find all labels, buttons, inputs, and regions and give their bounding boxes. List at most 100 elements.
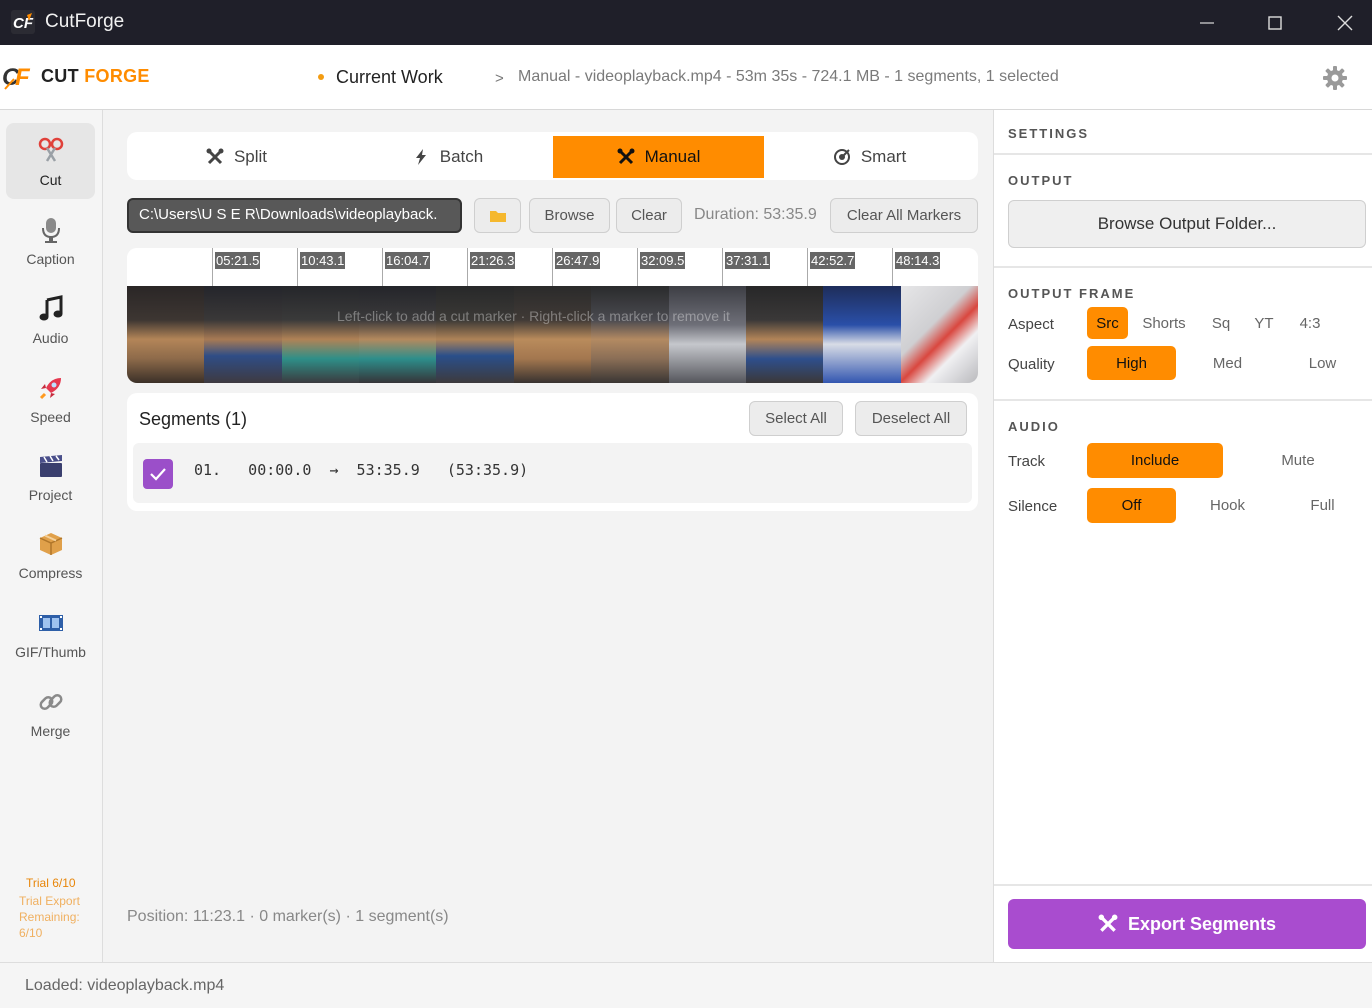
clapperboard-icon	[40, 455, 62, 477]
sidebar-item-label: Project	[28, 487, 73, 503]
timeline-tick: 37:31.1	[722, 248, 771, 286]
sidebar: Cut Caption Audio Speed Project Compress…	[0, 110, 103, 962]
quality-option-low[interactable]: Low	[1278, 346, 1367, 380]
select-all-button[interactable]: Select All	[749, 401, 843, 436]
settings-heading: SETTINGS	[1008, 126, 1090, 141]
sidebar-item-label: Compress	[18, 565, 83, 581]
maximize-button[interactable]	[1240, 0, 1310, 45]
track-option-mute[interactable]: Mute	[1230, 443, 1366, 478]
rocket-icon	[39, 378, 61, 400]
sidebar-item-compress[interactable]: Compress	[6, 516, 95, 592]
quality-option-high[interactable]: High	[1087, 346, 1176, 380]
sidebar-item-label: Speed	[30, 409, 71, 425]
sidebar-item-label: Caption	[26, 251, 75, 267]
sidebar-item-label: Merge	[30, 723, 71, 739]
output-frame-heading: OUTPUT FRAME	[1008, 286, 1136, 301]
tab-smart[interactable]: Smart	[764, 136, 975, 178]
maximize-icon	[1268, 15, 1282, 30]
aspect-option-shorts[interactable]: Shorts	[1137, 307, 1191, 339]
status-bar-text: Loaded: videoplayback.mp4	[25, 977, 225, 994]
sidebar-item-project[interactable]: Project	[6, 438, 95, 514]
close-button[interactable]	[1310, 0, 1372, 45]
tab-manual[interactable]: Manual	[553, 136, 764, 178]
music-note-icon	[39, 295, 63, 321]
tools-icon	[1098, 914, 1118, 932]
timeline-ruler: 05:21.5 10:43.1 16:04.7 21:26.3 26:47.9 …	[127, 248, 978, 286]
aspect-option-sq[interactable]: Sq	[1201, 307, 1241, 339]
svg-text:CF: CF	[13, 15, 34, 32]
app-logo-icon: CF	[11, 10, 35, 34]
clear-all-markers-button[interactable]: Clear All Markers	[830, 198, 978, 233]
browse-output-folder-button[interactable]: Browse Output Folder...	[1008, 200, 1366, 248]
tab-label: Batch	[439, 147, 484, 166]
lightning-icon	[415, 149, 426, 165]
audio-heading: AUDIO	[1008, 419, 1060, 434]
timeline[interactable]: 05:21.5 10:43.1 16:04.7 21:26.3 26:47.9 …	[127, 248, 978, 383]
timeline-tick: 10:43.1	[297, 248, 346, 286]
title-bar: CF CutForge	[0, 0, 1372, 45]
brand-word-cut: CUT	[41, 66, 79, 86]
aspect-option-src[interactable]: Src	[1087, 307, 1128, 339]
timeline-tick: 48:14.3	[892, 248, 941, 286]
checkmark-icon	[150, 468, 166, 481]
silence-option-off[interactable]: Off	[1087, 488, 1176, 523]
timeline-tick: 32:09.5	[637, 248, 686, 286]
timeline-tick: 26:47.9	[552, 248, 601, 286]
window-title: CutForge	[45, 11, 125, 32]
svg-text:F: F	[15, 64, 31, 91]
tab-batch[interactable]: Batch	[342, 136, 553, 178]
track-option-include[interactable]: Include	[1087, 443, 1223, 478]
sidebar-item-gif-thumb[interactable]: GIF/Thumb	[6, 595, 95, 671]
segment-row[interactable]: 01. 00:00.0 → 53:35.9 (53:35.9)	[133, 443, 972, 503]
settings-panel: SETTINGS OUTPUT Browse Output Folder... …	[993, 110, 1372, 962]
tab-label: Split	[233, 147, 268, 166]
quality-option-med[interactable]: Med	[1183, 346, 1272, 380]
segment-text: 01. 00:00.0 → 53:35.9 (53:35.9)	[194, 461, 529, 479]
status-dot	[318, 74, 324, 80]
link-icon	[39, 693, 63, 711]
deselect-all-button[interactable]: Deselect All	[855, 401, 967, 436]
divider	[994, 399, 1372, 401]
close-icon	[1337, 15, 1353, 30]
folder-icon	[489, 210, 506, 222]
segments-panel: Segments (1) Select All Deselect All 01.…	[127, 393, 978, 511]
file-path-field[interactable]: C:\Users\U S E R\Downloads\videoplayback…	[127, 198, 462, 233]
sidebar-item-merge[interactable]: Merge	[6, 674, 95, 750]
sidebar-item-audio[interactable]: Audio	[6, 281, 95, 357]
timeline-tick: 16:04.7	[382, 248, 431, 286]
main-area	[103, 110, 992, 962]
sidebar-item-label: Cut	[39, 172, 62, 188]
sidebar-item-caption[interactable]: Caption	[6, 202, 95, 278]
video-thumbnail	[668, 286, 746, 383]
browse-button[interactable]: Browse	[529, 198, 610, 233]
output-heading: OUTPUT	[1008, 173, 1074, 188]
tab-split[interactable]: Split	[131, 136, 342, 178]
brand-logo-icon: C F	[2, 64, 31, 91]
timeline-tick: 21:26.3	[467, 248, 516, 286]
quality-label: Quality	[1008, 356, 1055, 373]
aspect-option-4-3[interactable]: 4:3	[1292, 307, 1328, 339]
tab-label: Manual	[644, 147, 701, 166]
gear-icon[interactable]	[1322, 65, 1348, 91]
mode-tabs: Split Batch Manual Smart	[127, 132, 978, 180]
video-thumbnail	[745, 286, 824, 383]
silence-option-hook[interactable]: Hook	[1183, 488, 1272, 523]
brand-word-forge: FORGE	[84, 66, 150, 86]
tools-icon	[617, 148, 635, 165]
trial-title: Trial 6/10	[26, 876, 76, 890]
sidebar-item-speed[interactable]: Speed	[6, 360, 95, 436]
aspect-option-yt[interactable]: YT	[1246, 307, 1282, 339]
sidebar-item-cut[interactable]: Cut	[6, 123, 95, 199]
duration-label: Duration: 53:35.9	[694, 206, 817, 223]
clear-button[interactable]: Clear	[616, 198, 682, 233]
minimize-button[interactable]	[1172, 0, 1242, 45]
microphone-icon	[42, 218, 60, 243]
sidebar-item-label: Audio	[32, 330, 69, 346]
video-thumbnail	[359, 286, 437, 383]
open-folder-button[interactable]	[474, 198, 521, 233]
silence-option-full[interactable]: Full	[1278, 488, 1367, 523]
segment-checkbox[interactable]	[143, 459, 173, 489]
position-status: Position: 11:23.1 · 0 marker(s) · 1 segm…	[127, 908, 449, 925]
export-segments-button[interactable]: Export Segments	[1008, 899, 1366, 949]
video-thumbnail	[281, 286, 360, 383]
